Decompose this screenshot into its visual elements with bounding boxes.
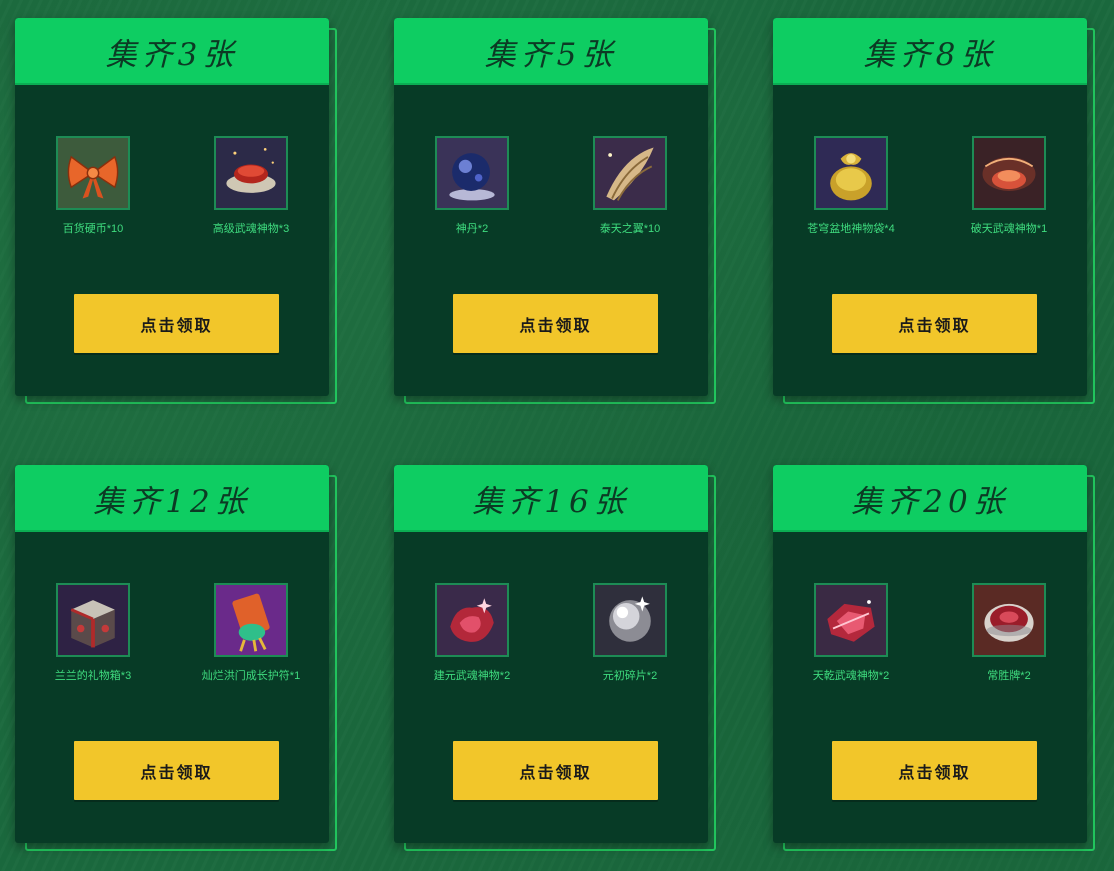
claim-button[interactable]: 点击领取 [832,741,1037,800]
card-panel: 集齐8张 苍穹盆地神物袋*4 破天武魂神物*1 点击领取 [773,18,1087,396]
reward-item[interactable]: 百货硬币*10 [33,136,153,236]
reward-label: 天乾武魂神物*2 [812,670,890,682]
reward-label: 高级武魂神物*3 [212,223,290,235]
reward-card: 集齐5张 神丹*2 泰天之翼*10 点击领取 [394,18,718,408]
reward-item[interactable]: 建元武魂神物*2 [412,583,532,683]
fire-artifact-icon [972,136,1046,210]
reward-item[interactable]: 破天武魂神物*1 [949,136,1069,236]
claim-button[interactable]: 点击领取 [453,294,658,353]
red-crystal-icon [435,583,509,657]
claim-button[interactable]: 点击领取 [832,294,1037,353]
gift-box-icon [56,583,130,657]
ring-token-icon [972,583,1046,657]
ruby-gem-icon [814,583,888,657]
artifact-plate-icon [214,136,288,210]
reward-label: 灿烂洪门成长护符*1 [201,670,301,682]
reward-item[interactable]: 天乾武魂神物*2 [791,583,911,683]
claim-button[interactable]: 点击领取 [74,294,279,353]
reward-label: 常胜牌*2 [987,670,1031,682]
card-title: 集齐3张 [15,18,329,85]
reward-item[interactable]: 灿烂洪门成长护符*1 [191,583,311,683]
reward-item[interactable]: 兰兰的礼物箱*3 [33,583,153,683]
card-panel: 集齐3张 百货硬币*10 高级武魂神物*3 点击领取 [15,18,329,396]
reward-label: 百货硬币*10 [62,223,124,235]
claim-button[interactable]: 点击领取 [74,741,279,800]
card-panel: 集齐5张 神丹*2 泰天之翼*10 点击领取 [394,18,708,396]
amulet-icon [214,583,288,657]
wing-icon [593,136,667,210]
card-title: 集齐20张 [773,465,1087,532]
reward-item[interactable]: 泰天之翼*10 [570,136,690,236]
card-panel: 集齐20张 天乾武魂神物*2 常胜牌*2 点击领取 [773,465,1087,843]
reward-item[interactable]: 神丹*2 [412,136,532,236]
claim-button[interactable]: 点击领取 [453,741,658,800]
reward-card: 集齐8张 苍穹盆地神物袋*4 破天武魂神物*1 点击领取 [773,18,1097,408]
reward-item[interactable]: 常胜牌*2 [949,583,1069,683]
reward-item[interactable]: 高级武魂神物*3 [191,136,311,236]
reward-item[interactable]: 苍穹盆地神物袋*4 [791,136,911,236]
reward-label: 破天武魂神物*1 [970,223,1048,235]
card-title: 集齐12张 [15,465,329,532]
bow-icon [56,136,130,210]
card-title: 集齐5张 [394,18,708,85]
card-panel: 集齐16张 建元武魂神物*2 元初碎片*2 点击领取 [394,465,708,843]
reward-label: 元初碎片*2 [602,670,658,682]
reward-label: 建元武魂神物*2 [433,670,511,682]
gold-bag-icon [814,136,888,210]
reward-card: 集齐16张 建元武魂神物*2 元初碎片*2 点击领取 [394,465,718,855]
pill-orb-icon [435,136,509,210]
reward-label: 兰兰的礼物箱*3 [54,670,132,682]
silver-orb-icon [593,583,667,657]
reward-card: 集齐20张 天乾武魂神物*2 常胜牌*2 点击领取 [773,465,1097,855]
card-panel: 集齐12张 兰兰的礼物箱*3 灿烂洪门成长护符*1 点击领取 [15,465,329,843]
reward-label: 苍穹盆地神物袋*4 [807,223,895,235]
reward-card: 集齐3张 百货硬币*10 高级武魂神物*3 点击领取 [15,18,339,408]
reward-item[interactable]: 元初碎片*2 [570,583,690,683]
card-title: 集齐16张 [394,465,708,532]
reward-card: 集齐12张 兰兰的礼物箱*3 灿烂洪门成长护符*1 点击领取 [15,465,339,855]
card-title: 集齐8张 [773,18,1087,85]
reward-label: 泰天之翼*10 [599,223,661,235]
reward-label: 神丹*2 [455,223,489,235]
